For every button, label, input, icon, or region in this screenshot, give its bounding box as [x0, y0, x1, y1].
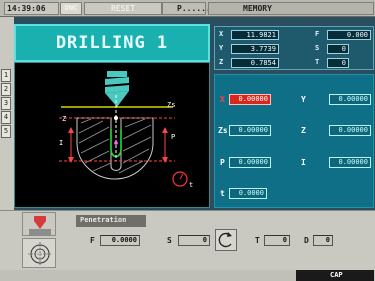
graphic-label-p: P	[171, 133, 175, 141]
coord-x-label: X	[219, 30, 224, 38]
side-tab-2[interactable]: 2	[1, 83, 11, 96]
param-zs-label: Zs	[218, 126, 228, 135]
param-x-label: X	[220, 95, 225, 104]
tool-operation-icon[interactable]	[22, 212, 56, 236]
cycle-parameters-panel: X 0.00000 Y 0.00000 Zs 0.00000 Z 0.00000…	[214, 74, 374, 208]
clock: 14:39:06	[4, 2, 59, 15]
workpiece-layout-icon[interactable]	[22, 238, 56, 268]
param-zs-field[interactable]: 0.00000	[229, 125, 271, 136]
param-p-label: P	[220, 158, 225, 167]
coord-y-value: 3.7739	[231, 44, 279, 54]
param-t-label: t	[220, 189, 225, 198]
drilling-diagram: Z Zs I P t	[59, 71, 193, 189]
rotation-direction-icon[interactable]	[215, 229, 237, 251]
offset-field[interactable]: 0	[313, 235, 333, 246]
graphic-label-z: Z	[62, 115, 66, 123]
coord-s-value: 0	[327, 44, 349, 54]
param-y-label: Y	[301, 95, 306, 104]
param-z-label: Z	[301, 126, 306, 135]
offset-label: D	[304, 236, 309, 245]
coord-z-label: Z	[219, 58, 224, 66]
speed-label: S	[167, 236, 172, 245]
coord-s-label: S	[315, 44, 320, 52]
side-tab-3[interactable]: 3	[1, 97, 11, 110]
status-bar: 14:39:06 DNC RESET P...... MEMORY	[0, 0, 375, 17]
param-t-field[interactable]: 0.0000	[229, 188, 267, 199]
graphic-label-zs: Zs	[167, 101, 175, 109]
coord-y-label: Y	[219, 44, 224, 52]
side-tab-5[interactable]: 5	[1, 125, 11, 138]
param-y-field[interactable]: 0.00000	[329, 94, 371, 105]
coord-t-value: 0	[327, 58, 349, 68]
page-title: DRILLING 1	[14, 24, 210, 62]
caps-lock-indicator: CAP	[330, 271, 343, 279]
coord-z-value: 0.7854	[231, 58, 279, 68]
coord-f-value: 0.000	[327, 30, 371, 40]
feed-label: F	[90, 236, 95, 245]
speed-field[interactable]: 0	[178, 235, 210, 246]
graphic-label-i: I	[59, 139, 63, 147]
drill-bit-icon	[105, 71, 129, 107]
param-z-field[interactable]: 0.00000	[329, 125, 371, 136]
bottom-status-strip	[0, 270, 296, 281]
mode-indicator: DNC	[60, 2, 82, 15]
coord-t-label: T	[315, 58, 320, 66]
param-x-field[interactable]: 0.00000	[229, 94, 271, 105]
penetration-label: Penetration	[76, 215, 146, 227]
drilling-cycle-graphic: Z Zs I P t	[14, 62, 210, 208]
coord-f-label: F	[315, 30, 320, 38]
memory-status: MEMORY	[208, 2, 374, 15]
param-p-field[interactable]: 0.00000	[229, 157, 271, 168]
side-tab-strip: 1 2 3 4 5	[0, 17, 14, 211]
workpiece	[76, 117, 154, 180]
coord-x-value: 11.9821	[231, 30, 279, 40]
graphic-label-t: t	[189, 181, 193, 189]
feed-field[interactable]: 0.0000	[100, 235, 140, 246]
tool-field[interactable]: 0	[264, 235, 290, 246]
side-tab-1[interactable]: 1	[1, 69, 11, 82]
param-i-label: I	[301, 158, 306, 167]
program-name: P......	[162, 2, 211, 15]
param-i-field[interactable]: 0.00000	[329, 157, 371, 168]
coordinate-display: X 11.9821 Y 3.7739 Z 0.7854 F 0.000 S 0 …	[214, 26, 374, 70]
side-tab-4[interactable]: 4	[1, 111, 11, 124]
reset-status: RESET	[84, 2, 162, 15]
tool-label: T	[255, 236, 260, 245]
